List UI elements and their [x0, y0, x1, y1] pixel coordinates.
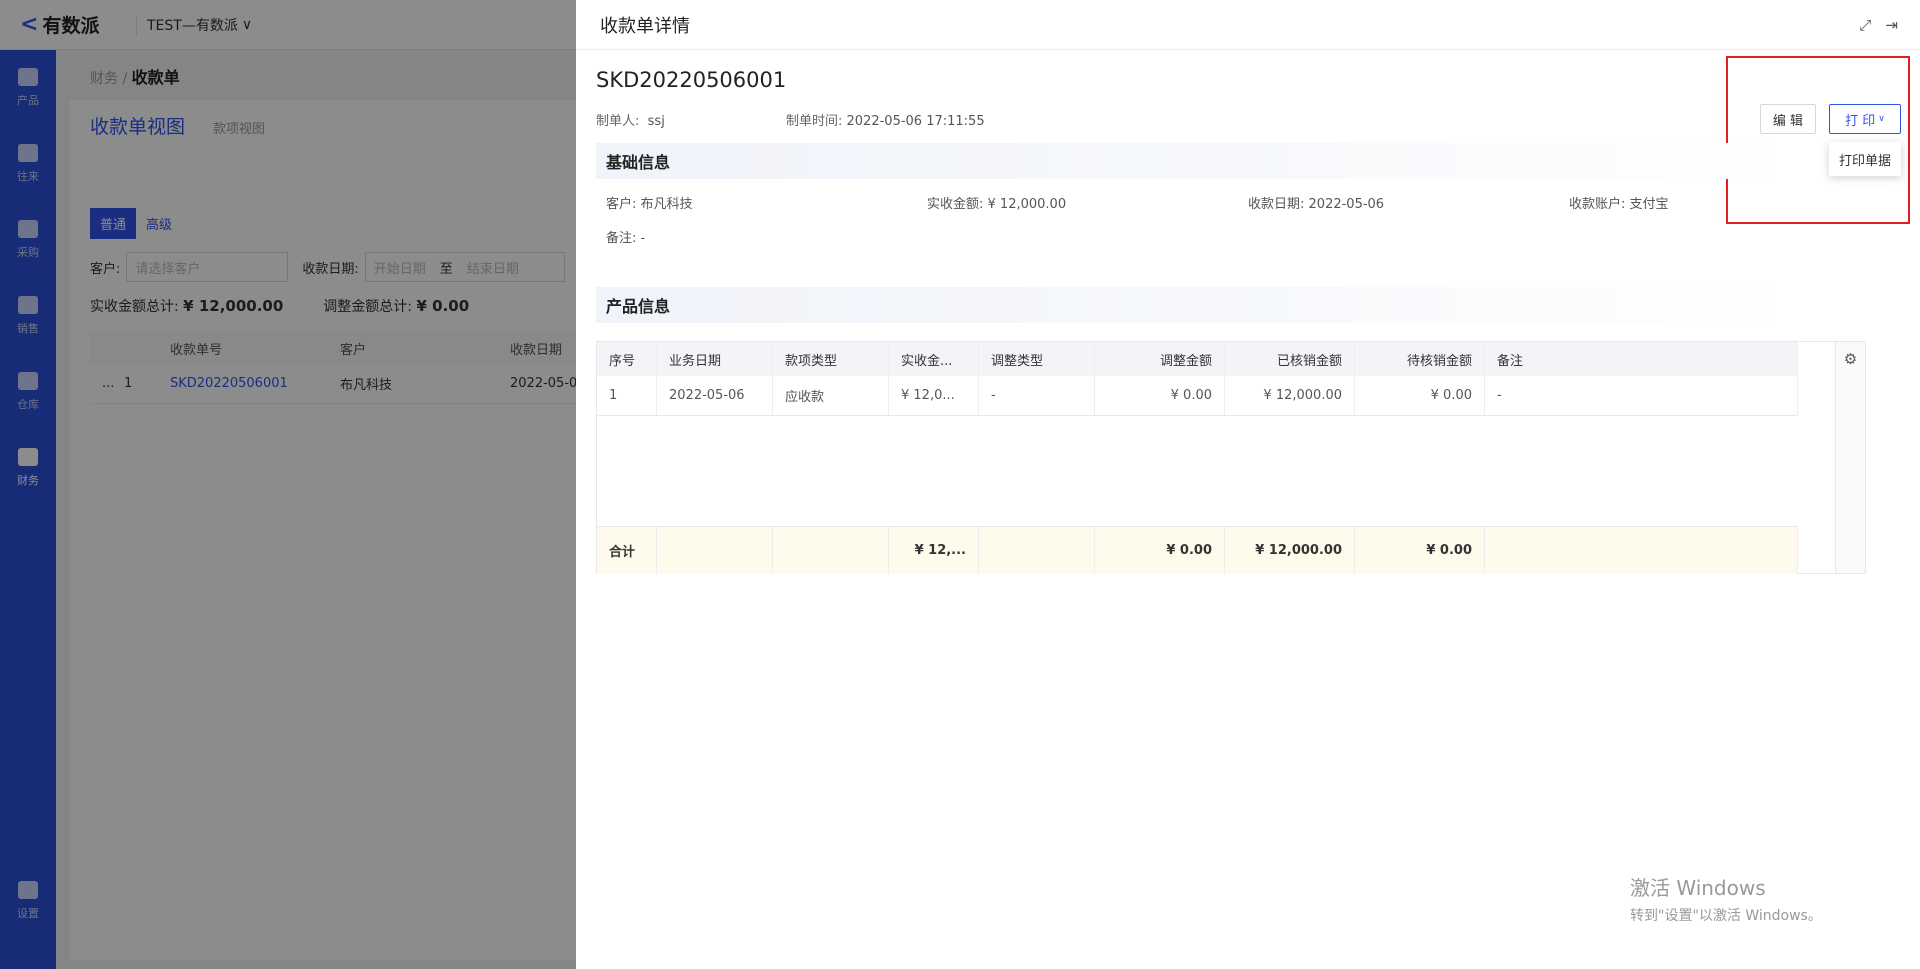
date-field: 收款日期: 2022-05-06 — [1248, 197, 1385, 212]
watermark-line1: 激活 Windows — [1630, 876, 1766, 900]
customer-field: 客户: 布凡科技 — [606, 197, 693, 212]
col-adjust-type: 调整类型 — [979, 342, 1095, 376]
cell-adjust-amount: ¥ 0.00 — [1095, 376, 1225, 415]
col-remark: 备注 — [1485, 342, 1798, 376]
footer-empty — [979, 527, 1095, 574]
table-footer: 合计 ¥ 12,... ¥ 0.00 ¥ 12,000.00 ¥ 0.00 — [597, 526, 1798, 574]
print-document-menu-item[interactable]: 打印单据 — [1839, 150, 1891, 169]
basic-info-title: 基础信息 — [596, 143, 1796, 179]
col-pending-writeoff: 待核销金额 — [1355, 342, 1485, 376]
account-field: 收款账户: 支付宝 — [1569, 197, 1669, 212]
cell-pending-writeoff: ¥ 0.00 — [1355, 376, 1485, 415]
basic-info-row: 客户: 布凡科技 实收金额: ¥ 12,000.00 收款日期: 2022-05… — [606, 193, 1890, 212]
column-settings: ⚙ — [1835, 342, 1865, 573]
cell-biz-date: 2022-05-06 — [657, 376, 773, 415]
document-number: SKD20220506001 — [596, 68, 787, 92]
watermark-line2: 转到"设置"以激活 Windows。 — [1630, 908, 1822, 924]
product-table: 序号 业务日期 款项类型 实收金... 调整类型 调整金额 已核销金额 待核销金… — [596, 341, 1866, 574]
footer-empty — [773, 527, 889, 574]
col-adjust-amount: 调整金额 — [1095, 342, 1225, 376]
col-fund-type: 款项类型 — [773, 342, 889, 376]
print-button-label: 打 印 — [1845, 113, 1876, 129]
product-info-title: 产品信息 — [596, 287, 1796, 323]
cell-index: 1 — [597, 376, 657, 415]
chevron-down-icon: ∨ — [1878, 114, 1885, 124]
amount-field: 实收金额: ¥ 12,000.00 — [927, 197, 1067, 212]
print-button[interactable]: 打 印 ∨ — [1829, 104, 1901, 134]
created-time: 制单时间: 2022-05-06 17:11:55 — [786, 114, 985, 129]
footer-total-label: 合计 — [597, 527, 657, 574]
footer-actual-amount: ¥ 12,... — [889, 527, 979, 574]
windows-activation-watermark: 激活 Windows 转到"设置"以激活 Windows。 — [1630, 872, 1822, 925]
cell-adjust-type: - — [979, 376, 1095, 415]
table-header: 序号 业务日期 款项类型 实收金... 调整类型 调整金额 已核销金额 待核销金… — [597, 342, 1798, 376]
footer-pending-writeoff: ¥ 0.00 — [1355, 527, 1485, 574]
remark-row: 备注: - — [606, 227, 645, 246]
drawer-header: 收款单详情 ⤢ ⇥ — [576, 0, 1920, 50]
gear-icon[interactable]: ⚙ — [1844, 350, 1857, 573]
table-row: 1 2022-05-06 应收款 ¥ 12,0... - ¥ 0.00 ¥ 12… — [597, 376, 1798, 416]
fullscreen-icon[interactable]: ⤢ — [1859, 16, 1871, 34]
footer-written-off: ¥ 12,000.00 — [1225, 527, 1355, 574]
footer-adjust-amount: ¥ 0.00 — [1095, 527, 1225, 574]
receipt-detail-drawer: 收款单详情 ⤢ ⇥ SKD20220506001 制单人: ssj 制单时间: … — [576, 0, 1920, 969]
cell-actual-amount: ¥ 12,0... — [889, 376, 979, 415]
col-biz-date: 业务日期 — [657, 342, 773, 376]
cell-remark: - — [1485, 376, 1798, 415]
cell-written-off: ¥ 12,000.00 — [1225, 376, 1355, 415]
col-index: 序号 — [597, 342, 657, 376]
close-icon[interactable]: ⇥ — [1885, 16, 1898, 34]
remark-field: 备注: - — [606, 231, 646, 246]
document-meta: 制单人: ssj 制单时间: 2022-05-06 17:11:55 — [596, 110, 985, 129]
col-written-off: 已核销金额 — [1225, 342, 1355, 376]
cell-fund-type: 应收款 — [773, 376, 889, 415]
col-actual-amount: 实收金... — [889, 342, 979, 376]
footer-empty — [657, 527, 773, 574]
drawer-title: 收款单详情 — [600, 15, 690, 37]
footer-empty — [1485, 527, 1798, 574]
edit-button[interactable]: 编 辑 — [1760, 104, 1816, 134]
creator: 制单人: ssj — [596, 114, 665, 129]
print-dropdown: 打印单据 — [1829, 142, 1901, 176]
